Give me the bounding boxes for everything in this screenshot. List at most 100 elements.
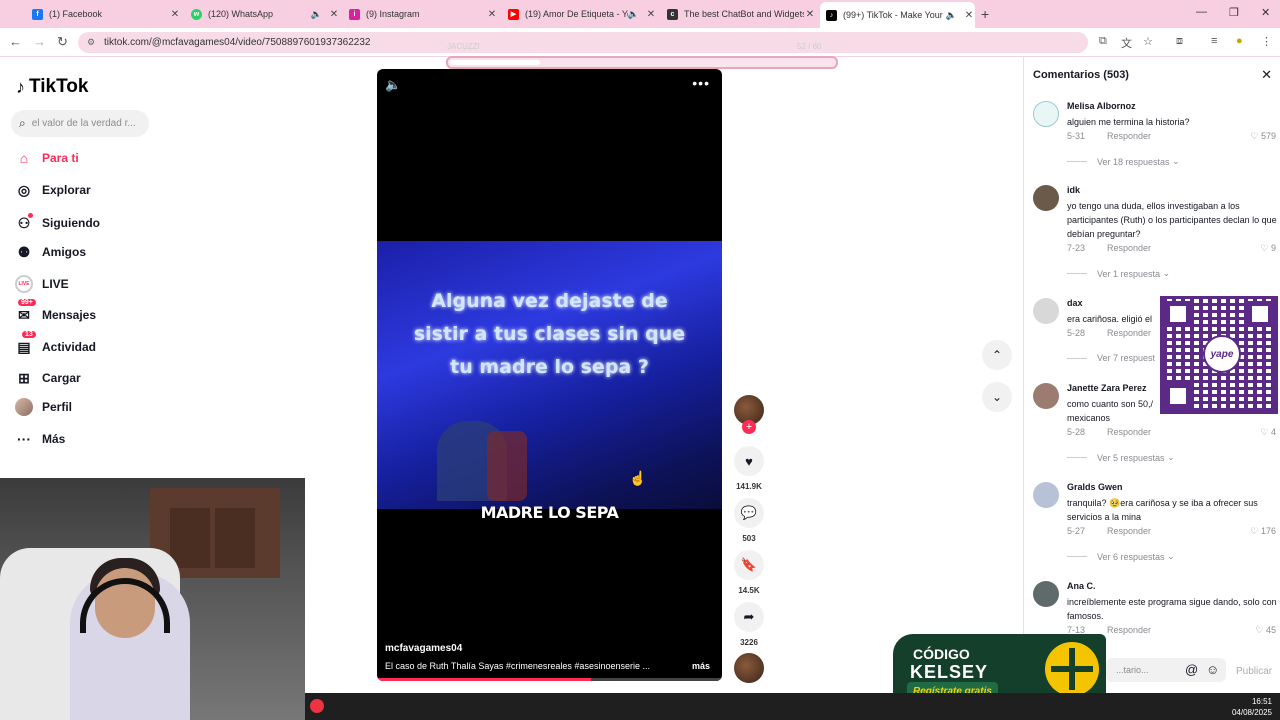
post-button[interactable]: Publicar <box>1236 666 1272 677</box>
comment-button[interactable]: 💬 <box>734 498 764 528</box>
comment-user[interactable]: Ana C. <box>1067 581 1096 591</box>
reply-button[interactable]: Responder <box>1107 526 1151 536</box>
comment-like[interactable]: ♡ 176 <box>1250 526 1276 537</box>
translate-icon[interactable]: 文 <box>1121 35 1132 51</box>
comments-title: Comentarios (503) <box>1033 69 1129 81</box>
chevron-up-icon: ⌃ <box>991 348 1003 362</box>
reload-icon[interactable]: ↻ <box>57 34 68 50</box>
tab-youtube[interactable]: ▶ (19) Amor De Etiqueta - YouTube 🔈 ✕ <box>502 4 657 24</box>
url-bar[interactable]: ⚙ tiktok.com/@mcfavagames04/video/750889… <box>78 32 1088 53</box>
avatar[interactable] <box>1033 383 1059 409</box>
sidebar-item-siguiendo[interactable]: ⚇ Siguiendo <box>14 212 100 234</box>
avatar[interactable] <box>1033 101 1059 127</box>
webcam-overlay <box>0 478 305 720</box>
bookmark-star-icon[interactable]: ☆ <box>1143 35 1153 48</box>
tab-whatsapp[interactable]: w (120) WhatsApp 🔈 ✕ <box>185 4 340 24</box>
volume-icon[interactable]: 🔈 <box>385 77 401 93</box>
home-icon: ⌂ <box>19 150 29 166</box>
mute-icon[interactable]: 🔈 <box>311 9 322 20</box>
sidebar-item-perfil[interactable]: Perfil <box>14 396 72 418</box>
avatar[interactable] <box>1033 185 1059 211</box>
avatar[interactable] <box>1033 581 1059 607</box>
comment-like[interactable]: ♡ 4 <box>1260 427 1276 438</box>
emoji-icon[interactable]: ☺ <box>1206 662 1219 677</box>
reply-button[interactable]: Responder <box>1107 427 1151 437</box>
tiktok-logo[interactable]: ♪ TikTok <box>16 76 88 98</box>
like-button[interactable]: ♥ <box>734 446 764 476</box>
save-button[interactable]: 🔖 <box>734 550 764 580</box>
close-icon[interactable]: ✕ <box>963 10 975 21</box>
maximize-button[interactable]: ❐ <box>1229 6 1239 19</box>
youtube-icon: ▶ <box>508 8 519 20</box>
video-player[interactable]: 🔈 ••• Alguna vez dejaste de sistir a tus… <box>377 69 722 681</box>
view-replies-button[interactable]: Ver 6 respuestas ⌄ <box>1067 551 1175 562</box>
tab-chatbot[interactable]: c The best ChatBot and Widgets ✕ <box>661 4 816 24</box>
view-replies-button[interactable]: Ver 5 respuestas ⌄ <box>1067 452 1175 463</box>
sidebar-item-cargar[interactable]: ⊞ Cargar <box>14 367 81 389</box>
app-icon[interactable] <box>310 699 324 713</box>
comment-user[interactable]: dax <box>1067 298 1083 308</box>
new-tab-button[interactable]: + <box>981 6 989 22</box>
avatar[interactable] <box>1033 482 1059 508</box>
sidebar-item-mensajes[interactable]: ✉ 99+ Mensajes <box>14 299 96 326</box>
activity-badge: 13 <box>22 331 36 338</box>
reply-button[interactable]: Responder <box>1107 625 1151 635</box>
music-disc-icon[interactable] <box>734 653 764 683</box>
sidebar-item-live[interactable]: LIVE LIVE <box>14 273 69 295</box>
sidebar-item-actividad[interactable]: ▤ 13 Actividad <box>14 331 97 358</box>
profile-avatar-icon[interactable]: ● <box>1236 35 1243 47</box>
mention-icon[interactable]: @ <box>1185 662 1198 677</box>
more-options-icon[interactable]: ••• <box>692 75 710 91</box>
share-button[interactable]: ➦ <box>734 602 764 632</box>
search-input[interactable]: ⌕ el valor de la verdad r... <box>11 110 149 137</box>
close-icon[interactable]: ✕ <box>486 9 498 20</box>
view-replies-button[interactable]: Ver 18 respuestas ⌄ <box>1067 156 1180 167</box>
follow-plus-icon[interactable]: + <box>742 420 756 434</box>
site-info-icon[interactable]: ⚙ <box>87 37 95 48</box>
forward-icon[interactable]: → <box>33 34 46 49</box>
comment-user[interactable]: Melisa Albornoz <box>1067 101 1136 111</box>
reply-button[interactable]: Responder <box>1107 243 1151 253</box>
tab-facebook[interactable]: f (1) Facebook ✕ <box>26 4 181 24</box>
previous-video-button[interactable]: ⌃ <box>982 340 1012 370</box>
sidebar-item-explorar[interactable]: ◎ Explorar <box>14 179 91 201</box>
reply-button[interactable]: Responder <box>1107 131 1151 141</box>
next-video-button[interactable]: ⌄ <box>982 382 1012 412</box>
close-icon[interactable]: ✕ <box>1261 67 1272 83</box>
reply-button[interactable]: Responder <box>1107 328 1151 338</box>
cast-icon[interactable]: ⧉ <box>1099 35 1107 48</box>
comment-like[interactable]: ♡ 579 <box>1250 131 1276 142</box>
video-progress-bar[interactable] <box>377 678 722 681</box>
comment-like[interactable]: ♡ 9 <box>1260 243 1276 254</box>
sidebar-item-mas[interactable]: ··· Más <box>14 428 65 450</box>
comment-user[interactable]: idk <box>1067 185 1080 195</box>
view-replies-button[interactable]: Ver 1 respuesta ⌄ <box>1067 268 1170 279</box>
chrome-menu-icon[interactable]: ⋮ <box>1261 35 1272 48</box>
sidebar-item-label: Actividad <box>42 340 97 354</box>
minimize-button[interactable]: — <box>1196 6 1207 18</box>
avatar[interactable] <box>1033 298 1059 324</box>
mute-icon[interactable]: 🔈 <box>946 10 957 21</box>
sidebar-item-para-ti[interactable]: ⌂ Para ti <box>14 147 79 169</box>
comment-user[interactable]: Janette Zara Perez <box>1067 383 1147 393</box>
window-close-button[interactable]: ✕ <box>1261 6 1270 19</box>
close-icon[interactable]: ✕ <box>328 9 340 20</box>
comment-like[interactable]: ♡ 45 <box>1255 625 1276 636</box>
heart-outline-icon: ♡ <box>1255 625 1264 635</box>
close-icon[interactable]: ✕ <box>645 9 657 20</box>
view-replies-button[interactable]: Ver 7 respuest <box>1067 353 1155 363</box>
tab-instagram[interactable]: i (9) Instagram ✕ <box>343 4 498 24</box>
mute-icon[interactable]: 🔈 <box>628 9 639 20</box>
comment-date: 7-23 <box>1067 243 1086 253</box>
extensions-icon[interactable]: ⧈ <box>1176 35 1183 48</box>
caption-more-link[interactable]: más <box>692 661 710 671</box>
comment-user[interactable]: Gralds Gwen <box>1067 482 1123 492</box>
video-author[interactable]: mcfavagames04 <box>385 643 462 654</box>
close-icon[interactable]: ✕ <box>804 9 816 20</box>
sidebar-item-amigos[interactable]: ⚉ Amigos <box>14 241 86 263</box>
media-icon[interactable]: ≡ <box>1211 35 1217 47</box>
tab-tiktok[interactable]: ♪ (99+) TikTok - Make Your Day 🔈 ✕ <box>820 2 975 28</box>
back-icon[interactable]: ← <box>9 34 22 49</box>
close-icon[interactable]: ✕ <box>169 9 181 20</box>
like-count: 45 <box>1265 625 1276 635</box>
